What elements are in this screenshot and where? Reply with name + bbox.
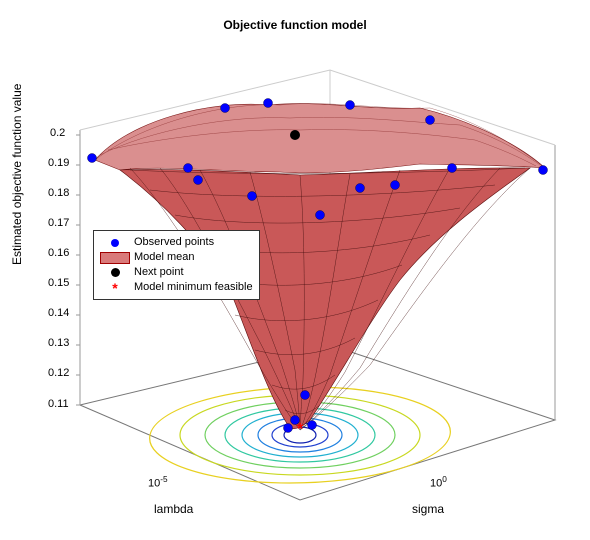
star-icon: * — [112, 282, 117, 294]
legend: Observed points Model mean Next point * … — [93, 230, 260, 300]
patch-icon — [100, 252, 130, 264]
legend-item-min-feasible: * Model minimum feasible — [100, 280, 253, 295]
legend-item-observed: Observed points — [100, 235, 253, 250]
legend-label: Model minimum feasible — [134, 280, 253, 295]
axes-3d[interactable]: * — [0, 0, 590, 540]
dot-icon — [111, 268, 120, 277]
legend-label: Next point — [134, 265, 184, 280]
next-point-marker — [290, 130, 300, 140]
min-feasible-marker: * — [297, 421, 304, 438]
legend-label: Observed points — [134, 235, 214, 250]
dot-icon — [111, 239, 119, 247]
legend-label: Model mean — [134, 250, 195, 265]
figure-root: Objective function model 0.11 0.12 0.13 … — [0, 0, 590, 540]
legend-item-next-point: Next point — [100, 265, 253, 280]
legend-item-model-mean: Model mean — [100, 250, 253, 265]
